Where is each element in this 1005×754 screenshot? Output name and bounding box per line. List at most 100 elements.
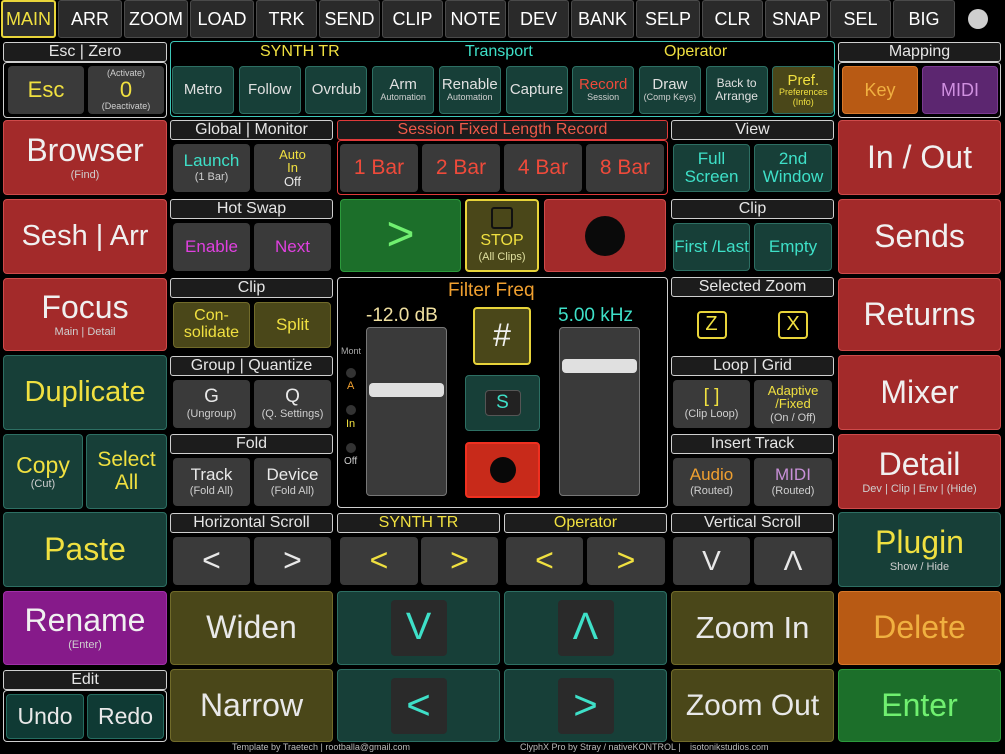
vscroll-down-button[interactable]: V [673,537,750,585]
launch-button[interactable]: Launch (1 Bar) [173,144,250,192]
hash-button[interactable]: # [473,307,531,365]
tab-sel[interactable]: SEL [830,0,891,38]
transport-pref-button[interactable]: Pref. Preferences (Info) [772,66,835,114]
transport-follow-button[interactable]: Follow [238,66,301,114]
bar-4-button[interactable]: 4 Bar [504,144,582,192]
fold-track-button[interactable]: Track (Fold All) [173,458,250,506]
returns-button[interactable]: Returns [838,278,1001,351]
enter-button[interactable]: Enter [838,669,1001,742]
nav-left-button[interactable]: < [390,677,447,734]
clip-loop-button[interactable]: [ ] (Clip Loop) [673,380,750,428]
record-button[interactable] [544,199,666,272]
first-last-button[interactable]: First /Last [673,223,750,271]
tab-big[interactable]: BIG [893,0,955,38]
insert-midi-button[interactable]: MIDI (Routed) [754,458,832,506]
status-dot-icon[interactable] [968,9,988,29]
undo-button[interactable]: Undo [6,694,84,739]
s-button[interactable]: S [484,390,521,416]
zoom-in-button[interactable]: Zoom In [671,591,834,665]
zoom-out-button[interactable]: Zoom Out [671,669,834,742]
khz-slider-handle[interactable] [562,359,637,373]
zero-button[interactable]: (Activate) 0 (Deactivate) [88,66,164,114]
key-map-button[interactable]: Key [842,66,918,114]
nav-right-button[interactable]: > [557,677,614,734]
split-button[interactable]: Split [254,302,331,348]
plugin-button[interactable]: Plugin Show / Hide [838,512,1001,587]
monitor-button[interactable]: Auto In Off [254,144,331,192]
group-button[interactable]: G (Ungroup) [173,380,250,428]
browser-button[interactable]: Browser (Find) [3,120,167,195]
fold-device-button[interactable]: Device (Fold All) [254,458,331,506]
transport-metro-button[interactable]: Metro [172,66,234,114]
empty-button[interactable]: Empty [754,223,832,271]
record-arm-button[interactable] [465,442,540,498]
hscroll-left-button[interactable]: < [173,537,250,585]
transport-back-to-arrange-button[interactable]: Back to Arrange [705,66,768,114]
second-window-button[interactable]: 2nd Window [754,144,832,192]
db-slider-handle[interactable] [369,383,444,397]
rename-button[interactable]: Rename (Enter) [3,591,167,665]
paste-button[interactable]: Paste [3,512,167,587]
duplicate-button[interactable]: Duplicate [3,355,167,430]
narrow-button[interactable]: Narrow [170,669,333,742]
sesh-arr-button[interactable]: Sesh | Arr [3,199,167,274]
widen-button[interactable]: Widen [170,591,333,665]
copy-button[interactable]: Copy (Cut) [3,434,83,509]
operator-left-button[interactable]: < [506,537,583,585]
clip-loop-label: [ ] [703,386,720,408]
tab-trk[interactable]: TRK [256,0,317,38]
footer-isotonik-link[interactable]: isotonikstudios.com [690,742,769,754]
next-button[interactable]: Next [254,223,331,271]
db-slider[interactable] [366,327,447,496]
tab-snap[interactable]: SNAP [765,0,828,38]
bar-2-button[interactable]: 2 Bar [422,144,500,192]
tab-dev[interactable]: DEV [508,0,569,38]
hscroll-right-button[interactable]: > [254,537,331,585]
tab-zoom[interactable]: ZOOM [124,0,188,38]
synth-right-button[interactable]: > [421,537,498,585]
midi-map-button[interactable]: MIDI [922,66,998,114]
transport-arm-button[interactable]: Arm Automation [372,66,435,114]
operator-right-button[interactable]: > [587,537,665,585]
delete-button[interactable]: Delete [838,591,1001,665]
synth-left-button[interactable]: < [340,537,418,585]
play-button[interactable]: > [340,199,461,272]
nav-down-button[interactable]: V [390,600,447,656]
tab-selp[interactable]: SELP [636,0,700,38]
enable-button[interactable]: Enable [173,223,250,271]
tab-arr[interactable]: ARR [58,0,122,38]
zoom-x-button[interactable]: X [754,301,832,348]
bar-8-button[interactable]: 8 Bar [586,144,664,192]
esc-button[interactable]: Esc [8,66,84,114]
zoom-z-button[interactable]: Z [673,301,750,348]
insert-audio-button[interactable]: Audio (Routed) [673,458,750,506]
transport-renable-button[interactable]: Renable Automation [438,66,501,114]
transport-draw-button[interactable]: Draw (Comp Keys) [638,66,701,114]
tab-clip[interactable]: CLIP [382,0,443,38]
tab-note[interactable]: NOTE [445,0,506,38]
select-all-button[interactable]: Select All [86,434,167,509]
stop-all-clips-button[interactable]: STOP (All Clips) [465,199,539,272]
consolidate-button[interactable]: Con- solidate [173,302,250,348]
transport-record-button[interactable]: Record Session [572,66,635,114]
transport-capture-button[interactable]: Capture [505,66,568,114]
nav-up-button[interactable]: Λ [557,600,614,656]
adaptive-grid-button[interactable]: Adaptive /Fixed (On / Off) [754,380,832,428]
focus-button[interactable]: Focus Main | Detail [3,278,167,351]
tab-load[interactable]: LOAD [190,0,254,38]
transport-ovrdub-button[interactable]: Ovrdub [305,66,368,114]
tab-bank[interactable]: BANK [571,0,634,38]
detail-button[interactable]: Detail Dev | Clip | Env | (Hide) [838,434,1001,509]
tab-clr[interactable]: CLR [702,0,763,38]
tab-main[interactable]: MAIN [1,0,56,38]
tab-send[interactable]: SEND [319,0,380,38]
vscroll-up-button[interactable]: Λ [754,537,832,585]
mixer-button[interactable]: Mixer [838,355,1001,430]
redo-button[interactable]: Redo [87,694,164,739]
bar-1-button[interactable]: 1 Bar [340,144,418,192]
full-screen-button[interactable]: Full Screen [673,144,750,192]
in-out-button[interactable]: In / Out [838,120,1001,195]
sends-button[interactable]: Sends [838,199,1001,274]
quantize-button[interactable]: Q (Q. Settings) [254,380,331,428]
khz-slider[interactable] [559,327,640,496]
